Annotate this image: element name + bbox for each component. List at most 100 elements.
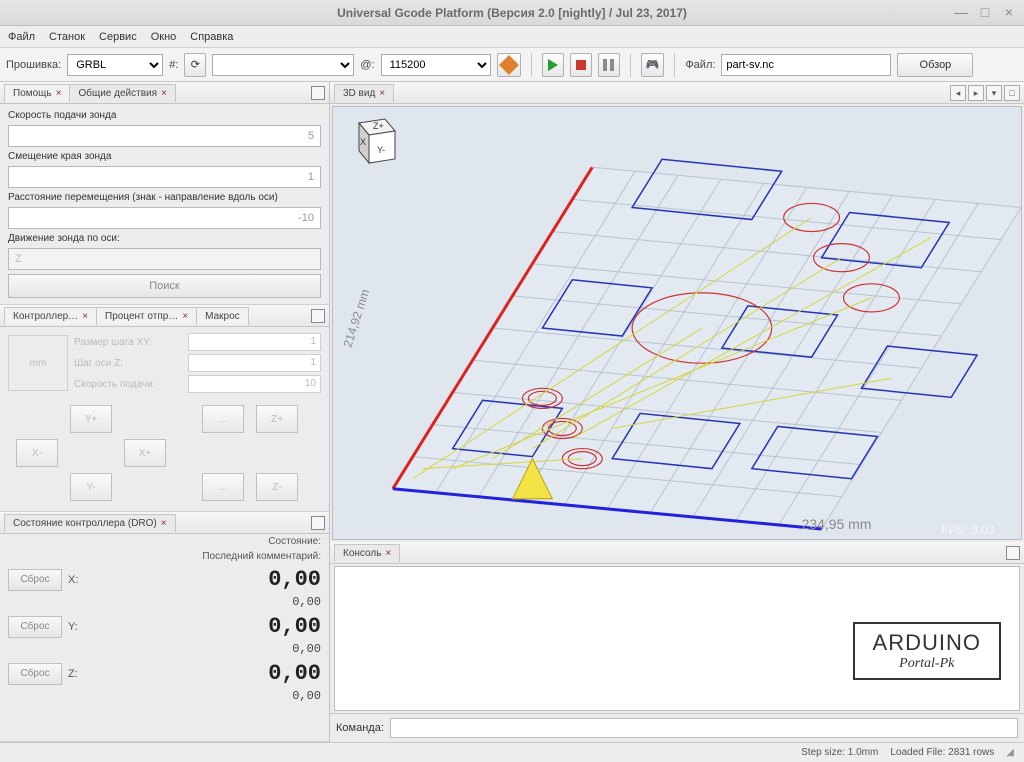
file-label: Файл: [685,59,715,71]
jog-z-minus[interactable]: Z- [256,473,298,501]
orientation-cube[interactable]: Z+ X Y- [339,113,401,176]
resize-grip-icon[interactable]: ◢ [1006,747,1014,758]
svg-text:FPS: 3.03: FPS: 3.03 [941,523,994,537]
probe-search-button[interactable]: Поиск [8,274,321,298]
tab-common-actions[interactable]: Общие действия× [69,84,175,102]
panel-toggle-icon[interactable]: □ [1004,85,1020,101]
menu-window[interactable]: Окно [151,31,177,43]
connect-button[interactable] [497,53,521,77]
comment-label: Последний комментарий: [202,551,321,562]
menu-help[interactable]: Справка [190,31,233,43]
toolbar: Прошивка: GRBL #: ⟳ @: 115200 🎮 Файл: Об… [0,48,1024,82]
menubar: Файл Станок Сервис Окно Справка [0,26,1024,48]
tab-percent[interactable]: Процент отпр…× [96,307,197,325]
jog-y-plus[interactable]: Y+ [70,405,112,433]
nav-right-icon[interactable]: ▸ [968,85,984,101]
dro-z-machine: 0,00 [0,689,329,705]
nav-left-icon[interactable]: ◂ [950,85,966,101]
step-z-input[interactable]: 1 [188,354,321,372]
close-icon[interactable]: × [385,548,391,559]
play-button[interactable] [542,53,564,77]
jog-feed-input[interactable]: 10 [188,375,321,393]
pendant-button[interactable]: 🎮 [641,53,665,77]
unit-toggle[interactable]: mm [8,335,68,391]
panel-toggle-icon[interactable] [311,309,325,323]
jog-z-plus[interactable]: Z+ [256,405,298,433]
menu-file[interactable]: Файл [8,31,35,43]
reset-z-button[interactable]: Сброс [8,663,62,685]
jog-spacer [124,405,166,433]
probe-distance-input[interactable]: -10 [8,207,321,229]
probe-axis-select[interactable]: Z [8,248,321,270]
minimize-icon[interactable]: — [952,3,970,21]
separator [630,53,631,77]
svg-text:X: X [360,137,366,147]
tab-controller[interactable]: Контроллер…× [4,307,97,325]
dro-y-machine: 0,00 [0,642,329,658]
status-loaded: Loaded File: 2831 rows [890,747,994,758]
panel-toggle-icon[interactable] [311,86,325,100]
panel-toggle-icon[interactable] [311,516,325,530]
maximize-icon[interactable]: □ [976,3,994,21]
stop-button[interactable] [570,53,592,77]
tab-macro[interactable]: Макрос [196,307,249,325]
jog-spacer [16,405,58,433]
file-field[interactable] [721,54,891,76]
svg-text:Z+: Z+ [373,121,384,131]
jog-feed-label: Скорость подачи: [74,379,184,390]
probe-axis-label: Движение зонда по оси: [8,233,321,244]
watermark: ARDUINO Portal-Pk [853,622,1001,680]
jog-y-minus[interactable]: Y- [70,473,112,501]
panel-toggle-icon[interactable] [1006,546,1020,560]
close-icon[interactable]: × [1000,3,1018,21]
refresh-button[interactable]: ⟳ [184,53,206,77]
pause-icon [603,59,614,71]
close-icon[interactable]: × [182,311,188,322]
reset-x-button[interactable]: Сброс [8,569,62,591]
tab-3d-view[interactable]: 3D вид× [334,84,394,102]
jog-x-minus[interactable]: X- [16,439,58,467]
axis-x-label: X: [68,574,82,586]
close-icon[interactable]: × [82,311,88,322]
browse-button[interactable]: Обзор [897,53,973,77]
close-icon[interactable]: × [161,88,167,99]
step-xy-input[interactable]: 1 [188,333,321,351]
menu-service[interactable]: Сервис [99,31,137,43]
probe-feed-input[interactable]: 5 [8,125,321,147]
svg-text:214,92 mm: 214,92 mm [341,287,373,349]
tab-dro[interactable]: Состояние контроллера (DRO)× [4,514,176,532]
port-select[interactable] [212,54,354,76]
console-output[interactable]: ARDUINO Portal-Pk [334,566,1020,711]
close-icon[interactable]: × [56,88,62,99]
connect-icon [499,55,519,75]
status-step: Step size: 1.0mm [801,747,878,758]
state-label: Состояние: [268,536,321,547]
baud-select[interactable]: 115200 [381,54,491,76]
jog-extra[interactable]: … [202,405,244,433]
step-xy-label: Размер шага XY: [74,337,184,348]
statusbar: Step size: 1.0mm Loaded File: 2831 rows … [0,742,1024,762]
close-icon[interactable]: × [161,518,167,529]
jog-spacer [124,473,166,501]
firmware-label: Прошивка: [6,59,61,71]
close-icon[interactable]: × [379,88,385,99]
dro-y-work: 0,00 [88,614,321,639]
reset-y-button[interactable]: Сброс [8,616,62,638]
nav-dropdown-icon[interactable]: ▾ [986,85,1002,101]
svg-text:234,95 mm: 234,95 mm [802,516,872,532]
pause-button[interactable] [598,53,620,77]
firmware-select[interactable]: GRBL [67,54,163,76]
3d-viewport[interactable]: 234,95 mm 214,92 mm FPS: 3.03 Z+ X Y- [332,106,1022,540]
tab-help[interactable]: Помощь× [4,84,70,102]
probe-offset-input[interactable]: 1 [8,166,321,188]
command-input[interactable] [390,718,1018,738]
separator [531,53,532,77]
jog-x-plus[interactable]: X+ [124,439,166,467]
jog-extra[interactable]: … [202,473,244,501]
dro-x-machine: 0,00 [0,595,329,611]
baud-label: @: [360,59,374,71]
separator [674,53,675,77]
play-icon [548,59,558,71]
tab-console[interactable]: Консоль× [334,544,400,562]
menu-machine[interactable]: Станок [49,31,85,43]
